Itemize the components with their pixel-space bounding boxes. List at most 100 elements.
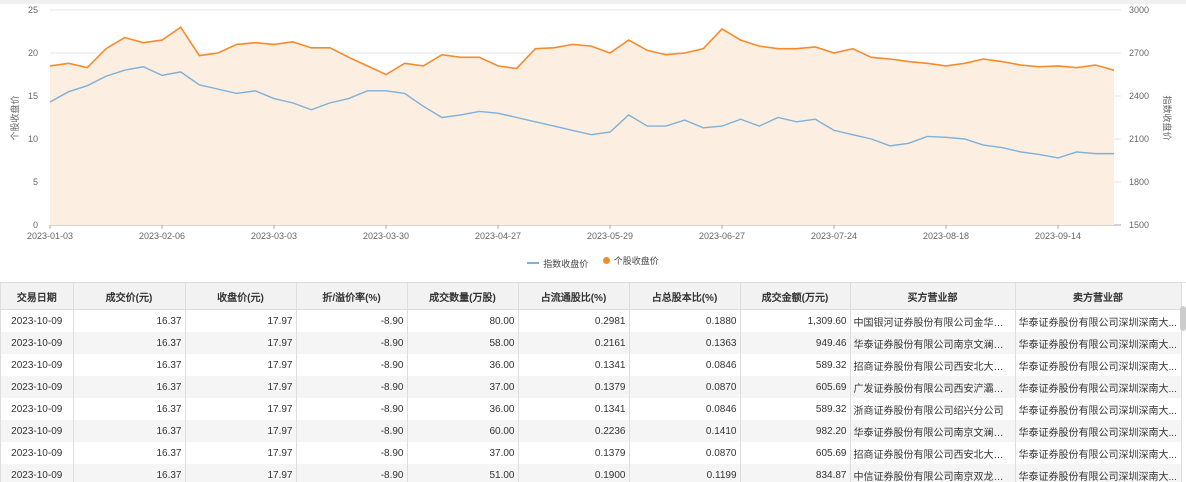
table-cell: 2023-10-09: [1, 376, 74, 398]
x-axis-tick: 2023-06-27: [699, 231, 745, 241]
table-cell: 0.1199: [629, 464, 741, 482]
table-cell: 16.37: [73, 420, 186, 442]
table-row[interactable]: 2023-10-09 16.37 17.97 -8.90 80.00 0.2981 0.18…: [1, 309, 1182, 332]
table-cell: 16.37: [73, 398, 186, 420]
table-cell: 0.1341: [518, 398, 630, 420]
table-cell: 80.00: [407, 309, 519, 332]
table-cell: 17.97: [185, 332, 297, 354]
table-cell: 招商证券股份有限公司西安北大街...: [850, 354, 1016, 376]
column-header[interactable]: 占总股本比(%): [629, 283, 741, 310]
table-cell: 招商证券股份有限公司西安北大街...: [850, 442, 1016, 464]
table-cell: 16.37: [73, 376, 186, 398]
table-cell: 16.37: [73, 442, 186, 464]
column-header[interactable]: 收盘价(元): [185, 283, 297, 310]
table-cell: 982.20: [740, 420, 851, 442]
table-cell: 华泰证券股份有限公司深圳深南大...: [1015, 442, 1182, 464]
left-axis-tick: 5: [33, 177, 38, 187]
table-row[interactable]: 2023-10-09 16.37 17.97 -8.90 36.00 0.1341 0.08…: [1, 354, 1182, 376]
x-axis-tick: 2023-03-03: [251, 231, 297, 241]
x-axis-tick: 2023-09-14: [1035, 231, 1081, 241]
table-cell: -8.90: [296, 420, 408, 442]
table-cell: 0.1341: [518, 354, 630, 376]
column-header[interactable]: 卖方营业部: [1015, 283, 1182, 310]
block-trade-table: 交易日期 成交价(元) 收盘价(元) 折/溢价率(%) 成交数量(万股) 占流通股比(%)…: [0, 282, 1186, 482]
table-cell: 949.46: [740, 332, 851, 354]
column-header[interactable]: 成交数量(万股): [407, 283, 519, 310]
chart-legend: 指数收盘价 个股收盘价: [0, 254, 1186, 270]
legend-item-index[interactable]: 指数收盘价: [527, 257, 588, 270]
table-cell: 17.97: [185, 354, 297, 376]
table-cell: 37.00: [407, 376, 519, 398]
table-cell: -8.90: [296, 354, 408, 376]
table-row[interactable]: 2023-10-09 16.37 17.97 -8.90 58.00 0.2161 0.13…: [1, 332, 1182, 354]
table-cell: 0.0870: [629, 442, 741, 464]
right-axis-tick: 2100: [1129, 134, 1149, 144]
table-scrollbar[interactable]: [1180, 306, 1186, 331]
table-row[interactable]: 2023-10-09 16.37 17.97 -8.90 37.00 0.1379 0.08…: [1, 376, 1182, 398]
x-axis-tick: 2023-03-30: [363, 231, 409, 241]
right-axis-tick: 3000: [1129, 5, 1149, 15]
table-cell: 0.1363: [629, 332, 741, 354]
table-cell: 0.1379: [518, 376, 630, 398]
table-cell: 17.97: [185, 376, 297, 398]
column-header[interactable]: 占流通股比(%): [518, 283, 630, 310]
left-axis-tick: 15: [28, 91, 38, 101]
x-axis-tick: 2023-04-27: [475, 231, 521, 241]
table-cell: -8.90: [296, 376, 408, 398]
table-cell: 36.00: [407, 354, 519, 376]
table-row[interactable]: 2023-10-09 16.37 17.97 -8.90 60.00 0.2236 0.14…: [1, 420, 1182, 442]
table-cell: 605.69: [740, 376, 851, 398]
table-cell: 浙商证券股份有限公司绍兴分公司: [850, 398, 1016, 420]
table-cell: 589.32: [740, 398, 851, 420]
x-axis-tick: 2023-07-24: [811, 231, 857, 241]
table-row[interactable]: 2023-10-09 16.37 17.97 -8.90 37.00 0.1379 0.08…: [1, 442, 1182, 464]
table-cell: 589.32: [740, 354, 851, 376]
table-cell: 0.2161: [518, 332, 630, 354]
legend-item-stock[interactable]: 个股收盘价: [602, 254, 659, 267]
x-axis-tick: 2023-08-18: [923, 231, 969, 241]
table-header-row: 交易日期 成交价(元) 收盘价(元) 折/溢价率(%) 成交数量(万股) 占流通股比(%)…: [1, 283, 1182, 310]
table-cell: -8.90: [296, 464, 408, 482]
column-header[interactable]: 成交价(元): [73, 283, 186, 310]
table-cell: 17.97: [185, 464, 297, 482]
table-row[interactable]: 2023-10-09 16.37 17.97 -8.90 36.00 0.1341 0.08…: [1, 398, 1182, 420]
table-cell: 2023-10-09: [1, 420, 74, 442]
column-header[interactable]: 成交金额(万元): [740, 283, 851, 310]
table-cell: 华泰证券股份有限公司深圳深南大...: [1015, 354, 1182, 376]
table-cell: 中信证券股份有限公司南京双龙大...: [850, 464, 1016, 482]
table-cell: 16.37: [73, 354, 186, 376]
table-cell: 16.37: [73, 309, 186, 332]
stock-price-area: [50, 27, 1114, 226]
table-cell: -8.90: [296, 442, 408, 464]
column-header[interactable]: 买方营业部: [850, 283, 1016, 310]
table-cell: 60.00: [407, 420, 519, 442]
table-cell: 2023-10-09: [1, 398, 74, 420]
column-header[interactable]: 交易日期: [1, 283, 74, 310]
right-axis-tick: 1500: [1129, 220, 1149, 230]
table-cell: 华泰证券股份有限公司南京文澜路...: [850, 420, 1016, 442]
line-swatch-icon: [527, 262, 540, 264]
left-axis-tick: 10: [28, 134, 38, 144]
table-cell: 0.0846: [629, 354, 741, 376]
table-cell: 2023-10-09: [1, 332, 74, 354]
table-cell: 2023-10-09: [1, 309, 74, 332]
price-chart: 0 5 10 15 20 25 1500 1800 2100 2400 2700 3000 个股收盘价 指…: [9, 5, 1173, 241]
x-axis-tick: 2023-01-03: [27, 231, 73, 241]
table-cell: 0.1900: [518, 464, 630, 482]
table-row[interactable]: 2023-10-09 16.37 17.97 -8.90 51.00 0.1900 0.11…: [1, 464, 1182, 482]
table-cell: 0.1410: [629, 420, 741, 442]
x-axis-tick: 2023-02-06: [139, 231, 185, 241]
left-axis-tick: 25: [28, 5, 38, 15]
dot-swatch-icon: [602, 257, 610, 264]
left-axis-tick: 0: [33, 220, 38, 230]
table-cell: 16.37: [73, 464, 186, 482]
column-header[interactable]: 折/溢价率(%): [296, 283, 408, 310]
right-axis-tick: 2700: [1129, 48, 1149, 58]
table-cell: 17.97: [185, 420, 297, 442]
table-cell: 2023-10-09: [1, 354, 74, 376]
right-axis-tick: 2400: [1129, 91, 1149, 101]
table-cell: 中国银河证券股份有限公司金华证...: [850, 309, 1016, 332]
table-cell: 834.87: [740, 464, 851, 482]
table-cell: 2023-10-09: [1, 442, 74, 464]
table-cell: 华泰证券股份有限公司深圳深南大...: [1015, 398, 1182, 420]
